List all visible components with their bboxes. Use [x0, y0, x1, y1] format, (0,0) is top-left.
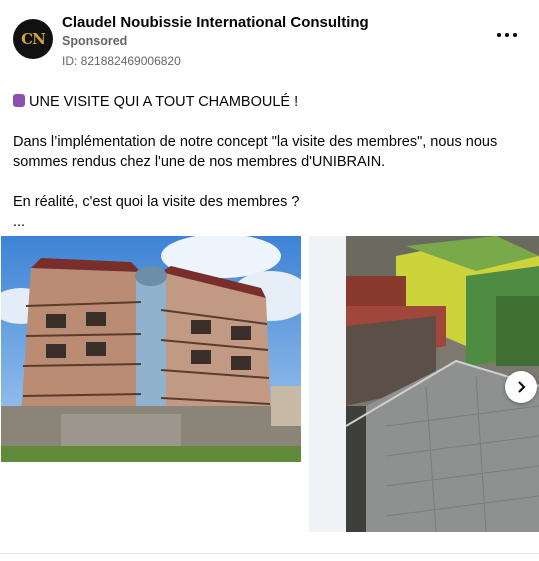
- chevron-right-icon[interactable]: [505, 371, 537, 403]
- post-headline: UNE VISITE QUI A TOUT CHAMBOULÉ !: [13, 92, 523, 112]
- page-name-link[interactable]: Claudel Noubissie International Consulti…: [62, 14, 369, 31]
- carousel-slide-1[interactable]: [0, 236, 311, 532]
- image-carousel: [0, 236, 539, 532]
- sponsored-label[interactable]: Sponsored: [62, 34, 127, 48]
- ellipsis-icon[interactable]: [497, 30, 517, 40]
- purple-emoji-icon: [13, 94, 25, 107]
- building-under-construction-photo[interactable]: [0, 236, 311, 462]
- post-paragraph-2: En réalité, c'est quoi la visite des mem…: [13, 194, 300, 210]
- post-text: UNE VISITE QUI A TOUT CHAMBOULÉ ! Dans l…: [13, 92, 523, 232]
- carousel-gap: [309, 236, 346, 532]
- page-avatar[interactable]: CN: [13, 19, 53, 59]
- post-paragraph-1: Dans l’implémentation de notre concept "…: [13, 134, 498, 170]
- post-ellipsis: ...: [13, 214, 26, 230]
- post-headline-text: UNE VISITE QUI A TOUT CHAMBOULÉ !: [29, 94, 299, 110]
- sponsored-post-card: CN Claudel Noubissie International Consu…: [0, 0, 539, 554]
- ad-id-label: ID: 821882469006820: [62, 54, 181, 68]
- avatar-monogram: CN: [21, 30, 46, 48]
